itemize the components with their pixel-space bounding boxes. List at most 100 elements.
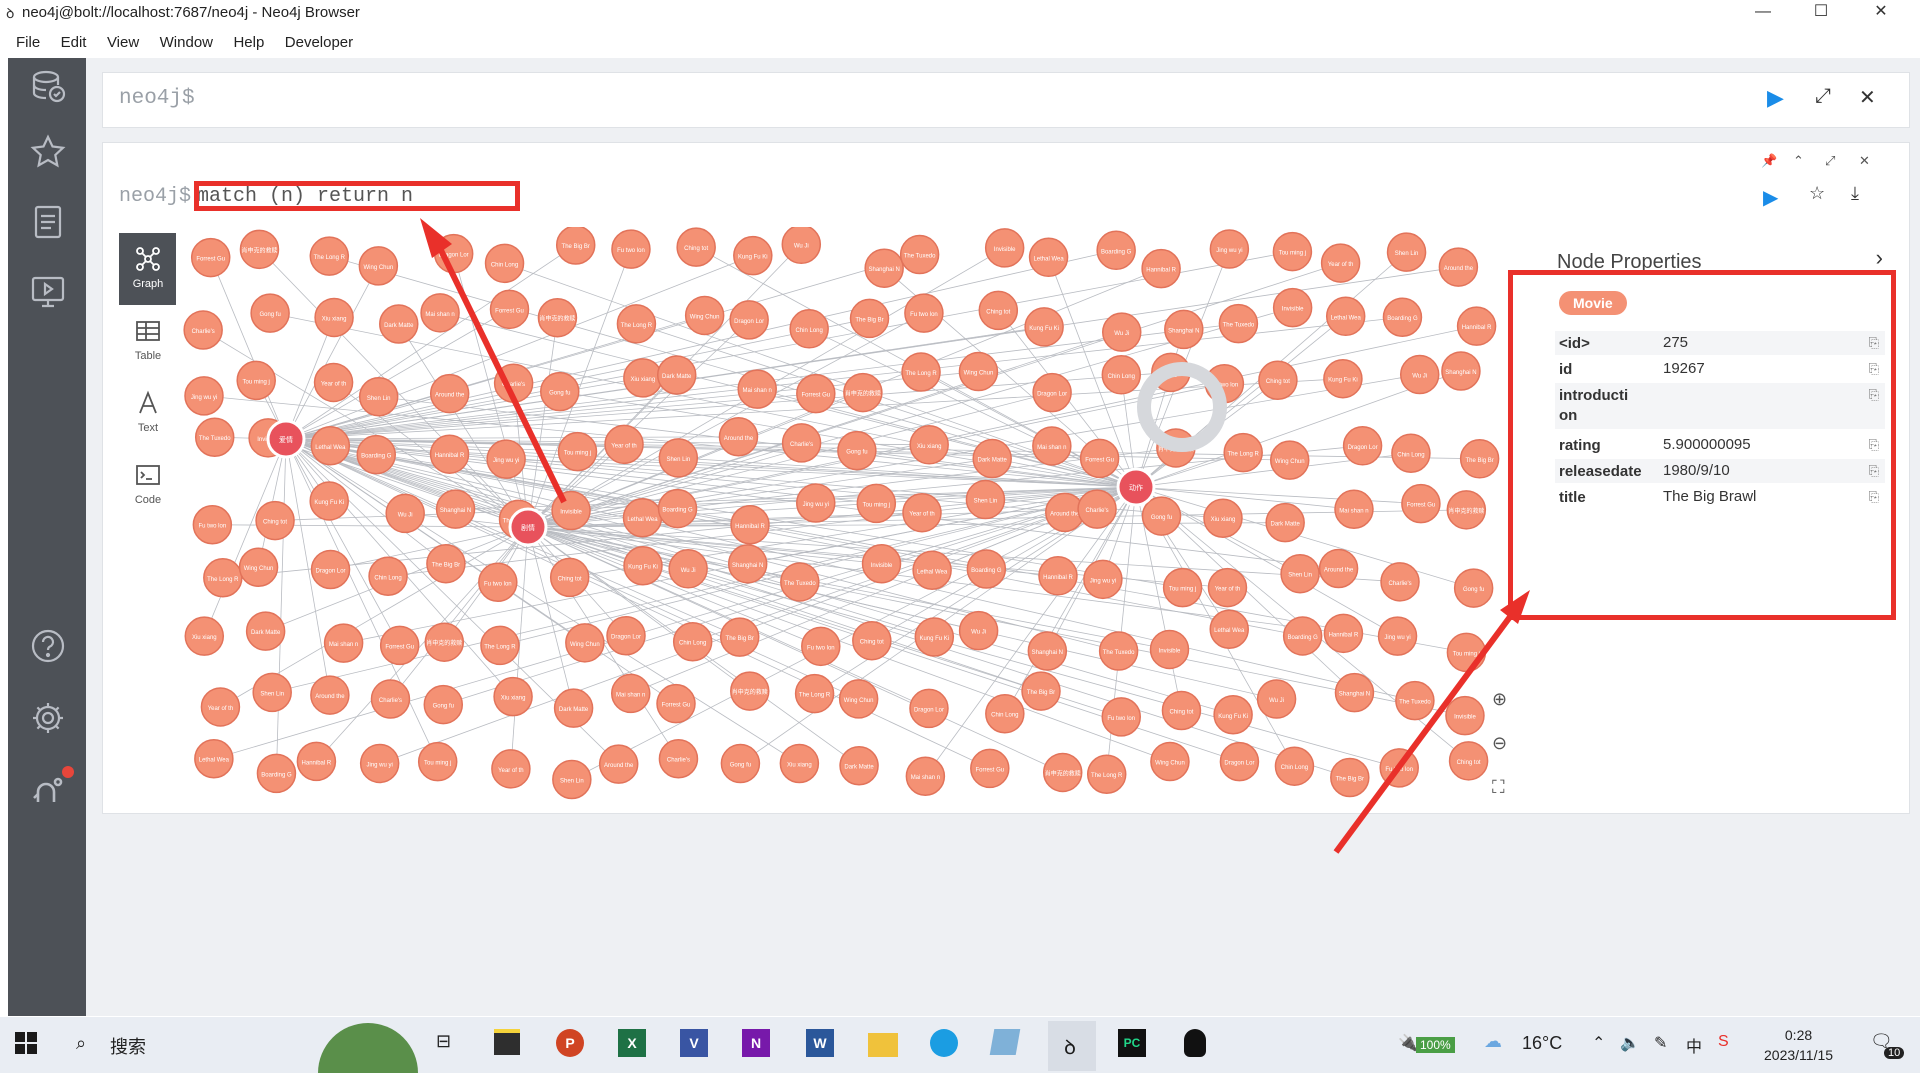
excel-icon[interactable]: X — [618, 1029, 654, 1061]
close-frame-icon[interactable]: ✕ — [1859, 153, 1870, 169]
graph-node-label: Dragon Lor — [316, 569, 346, 575]
guides-screen-icon[interactable] — [28, 272, 68, 312]
view-code-label: Code — [134, 494, 162, 506]
tray-expand-chevron-icon[interactable]: ⌃ — [1592, 1033, 1605, 1053]
menu-help[interactable]: Help — [233, 30, 264, 56]
maximize-button[interactable]: ☐ — [1792, 0, 1850, 26]
view-table[interactable]: Table — [119, 305, 177, 377]
windows-start-icon[interactable] — [14, 1031, 50, 1063]
input-method-icon[interactable]: 中 — [1686, 1033, 1702, 1057]
graph-node-label: Xiu xiang — [631, 377, 656, 383]
graph-node-label: Chin Long — [1281, 765, 1308, 771]
pen-icon[interactable]: ✎ — [1654, 1033, 1667, 1053]
zoom-out-icon[interactable]: ⊖ — [1492, 733, 1507, 754]
collapse-frame-icon[interactable]: ⌃ — [1793, 153, 1804, 169]
graph-node-label: Ching tot — [1169, 710, 1193, 716]
graph-node-label: Forrest Gu — [196, 257, 225, 263]
graph-node-label: Charlie's — [502, 382, 525, 388]
menu-developer[interactable]: Developer — [285, 30, 353, 56]
graph-relationship[interactable] — [527, 317, 558, 528]
graph-node-label: Kung Fu Ki — [738, 255, 768, 261]
fullscreen-frame-icon[interactable]: ⤢ — [1825, 153, 1835, 169]
view-selector: Graph Table Text Code — [119, 233, 177, 523]
clear-editor-icon[interactable]: ✕ — [1859, 85, 1876, 110]
onenote-icon[interactable]: N — [742, 1029, 778, 1061]
documents-icon[interactable] — [28, 202, 68, 242]
menu-edit[interactable]: Edit — [61, 30, 87, 56]
menu-window[interactable]: Window — [160, 30, 213, 56]
sticky-notes-icon[interactable] — [494, 1029, 530, 1061]
graph-node-label: Boarding G — [361, 454, 392, 460]
graph-node-label: Tou ming j — [1169, 587, 1196, 593]
view-graph-label: Graph — [132, 278, 164, 290]
taskbar-search-label[interactable]: 搜索 — [110, 1033, 146, 1059]
graph-node-label: Lethal Wea — [1331, 315, 1362, 321]
graph-node-label: Hannibal R — [1329, 632, 1359, 638]
graph-node-label: Dragon Lor — [914, 707, 944, 713]
run-query-icon[interactable]: ▶ — [1767, 85, 1784, 111]
fit-to-screen-icon[interactable]: ⛶ — [1492, 777, 1505, 798]
visio-icon[interactable]: V — [680, 1029, 716, 1061]
graph-node-label: The Long R — [1228, 452, 1260, 458]
graph-svg[interactable]: Forrest Gu 肖申克的救赎 The Long R Wing Chun Drago… — [176, 227, 1532, 813]
code-icon — [136, 465, 160, 485]
favorites-star-icon[interactable] — [28, 132, 68, 172]
expand-editor-icon[interactable]: ⤢ — [1815, 85, 1831, 108]
file-explorer-icon[interactable] — [868, 1029, 904, 1061]
download-icon[interactable]: ⤓ — [1851, 183, 1859, 204]
graph-relationship[interactable] — [285, 436, 739, 440]
close-button[interactable]: ✕ — [1852, 0, 1910, 26]
graph-node-label: Around the — [435, 393, 465, 399]
graph-node-label: Lethal Wea — [1214, 628, 1245, 634]
weather-temp[interactable]: 16°C — [1522, 1033, 1562, 1054]
edge-browser-icon[interactable] — [930, 1029, 966, 1061]
graph-relationship[interactable] — [285, 265, 379, 440]
graph-node-label: Wing Chun — [964, 371, 994, 377]
graph-node-label: Xiu xiang — [192, 635, 217, 641]
powerpoint-icon[interactable]: P — [556, 1029, 592, 1061]
qq-icon[interactable] — [1180, 1029, 1216, 1061]
taskbar-clock[interactable]: 0:28 2023/11/15 — [1764, 1025, 1833, 1065]
graph-node-label: Jing wu yi — [1384, 635, 1410, 641]
menu-file[interactable]: File — [16, 30, 40, 56]
view-graph[interactable]: Graph — [119, 233, 177, 305]
graph-node-label: Wing Chun — [844, 698, 874, 704]
pin-frame-icon[interactable]: 📌 — [1761, 153, 1777, 169]
minimize-button[interactable]: — — [1734, 0, 1792, 26]
sogou-ime-icon[interactable]: S — [1718, 1033, 1729, 1051]
graph-node-label: 肖申克的救赎 — [241, 246, 277, 254]
word-icon[interactable]: W — [806, 1029, 842, 1061]
cypher-editor[interactable]: neo4j$ ▶ ⤢ ✕ — [102, 72, 1910, 128]
graph-node-label: Wu Ji — [681, 568, 696, 574]
view-code[interactable]: Code — [119, 449, 177, 521]
weather-cloud-icon[interactable]: ☁ — [1484, 1031, 1502, 1052]
rerun-query-icon[interactable]: ▶ — [1763, 185, 1778, 210]
volume-icon[interactable]: 🔈 — [1620, 1033, 1640, 1053]
graph-relationship[interactable] — [276, 438, 287, 774]
menu-view[interactable]: View — [107, 30, 139, 56]
view-text-label: Text — [137, 422, 159, 434]
pycharm-icon[interactable]: PC — [1118, 1029, 1154, 1061]
graph-node-label: The Long R — [799, 693, 831, 699]
neo4j-taskbar-icon[interactable]: ꝺ — [1048, 1021, 1096, 1071]
graph-node-label: Boarding G — [261, 772, 292, 778]
save-favorite-star-icon[interactable]: ☆ — [1809, 183, 1825, 204]
collapse-panel-chevron-icon[interactable]: › — [1876, 245, 1883, 271]
graph-node-label: Dark Matte — [978, 458, 1008, 464]
battery-level[interactable]: 100% — [1416, 1037, 1455, 1053]
graph-relationship[interactable] — [527, 526, 574, 709]
view-text[interactable]: Text — [119, 377, 177, 449]
graph-node-label: Dragon Lor — [1037, 392, 1067, 398]
graph-node-label: The Long R — [207, 577, 239, 583]
zoom-in-icon[interactable]: ⊕ — [1492, 689, 1507, 710]
help-icon[interactable] — [28, 626, 68, 666]
graph-relationship[interactable] — [210, 257, 287, 440]
search-icon[interactable]: ⌕ — [76, 1033, 86, 1054]
graph-canvas[interactable]: Forrest Gu 肖申克的救赎 The Long R Wing Chun Drago… — [176, 227, 1532, 813]
database-icon[interactable] — [28, 66, 68, 106]
neo4j-logo-icon[interactable] — [28, 770, 68, 810]
notepad-icon[interactable] — [989, 1029, 1028, 1061]
settings-gear-icon[interactable] — [28, 698, 68, 738]
task-view-icon[interactable]: ⊟ — [436, 1031, 451, 1052]
graph-node-label: Chin Long — [374, 575, 401, 581]
